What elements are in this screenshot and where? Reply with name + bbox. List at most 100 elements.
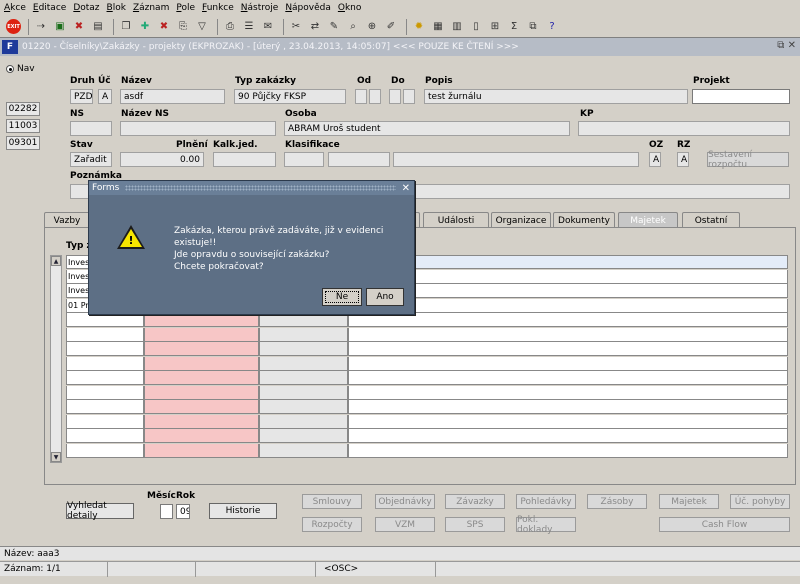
kalk-field[interactable] <box>213 152 276 167</box>
table-cell[interactable] <box>66 371 144 385</box>
stav-field[interactable]: Zařadit <box>70 152 112 167</box>
do-day-field[interactable] <box>389 89 401 104</box>
table-cell[interactable] <box>348 371 788 385</box>
duplicate-icon[interactable]: ⎘ <box>175 19 191 35</box>
window-controls[interactable]: ⧉ ✕ <box>777 40 796 51</box>
zasoby-button[interactable]: Zásoby <box>587 494 647 509</box>
table-row[interactable] <box>66 385 788 400</box>
table-cell[interactable] <box>348 342 788 356</box>
table-cell[interactable] <box>348 414 788 429</box>
nazev-ns-field[interactable] <box>120 121 276 136</box>
table-row[interactable] <box>66 313 788 327</box>
typ-field[interactable]: 90 Půjčky FKSP <box>234 89 346 104</box>
menu-nastroje[interactable]: Nástroje <box>241 3 279 13</box>
sps-button[interactable]: SPS <box>445 517 505 532</box>
table-row[interactable] <box>66 443 788 458</box>
nav-radio[interactable]: Nav <box>6 64 35 74</box>
table-cell[interactable] <box>259 313 348 327</box>
sun-icon[interactable]: ✹ <box>411 19 427 35</box>
table-cell[interactable] <box>66 429 144 443</box>
menu-editace[interactable]: Editace <box>33 3 66 13</box>
table-row[interactable] <box>66 356 788 371</box>
table-cell[interactable] <box>259 443 348 458</box>
table-row[interactable] <box>66 371 788 385</box>
table-cell[interactable] <box>144 327 259 342</box>
nazev-field[interactable]: asdf <box>120 89 225 104</box>
menu-zaznam[interactable]: Záznam <box>133 3 169 13</box>
close-icon[interactable]: ✕ <box>402 183 410 194</box>
document-icon[interactable]: ▯ <box>468 19 484 35</box>
nav-item[interactable]: 09301 <box>6 136 40 150</box>
table-cell[interactable] <box>66 400 144 414</box>
table-cell[interactable] <box>144 400 259 414</box>
menu-dotaz[interactable]: Dotaz <box>73 3 99 13</box>
table-cell[interactable] <box>66 356 144 371</box>
popis-field[interactable]: test žurnálu <box>424 89 688 104</box>
table-cell[interactable] <box>144 414 259 429</box>
filter-icon[interactable]: ▽ <box>194 19 210 35</box>
nav-item[interactable]: 11003 <box>6 119 40 133</box>
scroll-down-icon[interactable]: ▼ <box>51 452 61 462</box>
menu-napoveda[interactable]: Nápověda <box>285 3 331 13</box>
uc-pohyby-button[interactable]: Úč. pohyby <box>730 494 790 509</box>
arrows-icon[interactable]: ⇄ <box>307 19 323 35</box>
objednavky-button[interactable]: Objednávky <box>375 494 435 509</box>
plneni-field[interactable]: 0.00 <box>120 152 204 167</box>
table-cell[interactable] <box>348 400 788 414</box>
grid-icon[interactable]: ⊞ <box>487 19 503 35</box>
grid-scrollbar[interactable]: ▲ ▼ <box>50 255 62 463</box>
table-cell[interactable] <box>66 385 144 400</box>
list-icon[interactable]: ☰ <box>241 19 257 35</box>
projekt-field[interactable] <box>692 89 790 104</box>
printer-icon[interactable]: ⎙ <box>222 19 238 35</box>
scroll-up-icon[interactable]: ▲ <box>51 256 61 266</box>
table-cell[interactable] <box>144 313 259 327</box>
search-icon[interactable]: ⌕ <box>345 19 361 35</box>
exit-icon[interactable]: EXIT <box>6 19 21 34</box>
sestaveni-rozpoctu-button[interactable]: Sestavení rozpočtu <box>707 150 789 170</box>
calendar-icon[interactable]: ▦ <box>430 19 446 35</box>
table-row[interactable] <box>66 414 788 429</box>
table-cell[interactable] <box>259 342 348 356</box>
enter-query-icon[interactable]: ⇢ <box>33 19 49 35</box>
zoom-icon[interactable]: ⊕ <box>364 19 380 35</box>
window-icon[interactable]: ⧉ <box>525 19 541 35</box>
note-icon[interactable]: ✎ <box>326 19 342 35</box>
menu-funkce[interactable]: Funkce <box>202 3 234 13</box>
table-cell[interactable] <box>66 327 144 342</box>
no-button[interactable]: Ne <box>322 288 362 306</box>
kp-field[interactable] <box>578 121 790 136</box>
zavazky-button[interactable]: Závazky <box>445 494 505 509</box>
od-day-field[interactable] <box>355 89 367 104</box>
druh-field[interactable]: PZD <box>70 89 93 104</box>
table-cell[interactable] <box>259 356 348 371</box>
rz-field[interactable]: A <box>677 152 689 167</box>
klasifikace-field-1[interactable] <box>284 152 324 167</box>
majetek-button[interactable]: Majetek <box>659 494 719 509</box>
chart-icon[interactable]: ▥ <box>449 19 465 35</box>
table-cell[interactable] <box>66 443 144 458</box>
table-cell[interactable] <box>348 429 788 443</box>
pohledavky-button[interactable]: Pohledávky <box>516 494 576 509</box>
table-cell[interactable] <box>259 429 348 443</box>
help-icon[interactable]: ? <box>544 19 560 35</box>
menu-akce[interactable]: Akce <box>4 3 26 13</box>
table-cell[interactable] <box>348 327 788 342</box>
table-cell[interactable] <box>348 385 788 400</box>
table-cell[interactable] <box>66 414 144 429</box>
tab-vazby[interactable]: Vazby <box>44 212 90 228</box>
table-row[interactable] <box>66 400 788 414</box>
table-cell[interactable] <box>144 371 259 385</box>
pokl-doklady-button[interactable]: Pokl. doklady <box>516 515 576 535</box>
sum-icon[interactable]: Σ <box>506 19 522 35</box>
table-cell[interactable] <box>66 342 144 356</box>
save-icon[interactable]: ▣ <box>52 19 68 35</box>
delete-icon[interactable]: ✖ <box>71 19 87 35</box>
klasifikace-field-3[interactable] <box>393 152 639 167</box>
table-cell[interactable] <box>259 414 348 429</box>
tab-majetek[interactable]: Majetek <box>618 212 678 228</box>
remove-record-icon[interactable]: ✖ <box>156 19 172 35</box>
vzm-button[interactable]: VZM <box>375 517 435 532</box>
yes-button[interactable]: Ano <box>366 288 404 306</box>
tab-udalosti[interactable]: Události <box>423 212 489 228</box>
